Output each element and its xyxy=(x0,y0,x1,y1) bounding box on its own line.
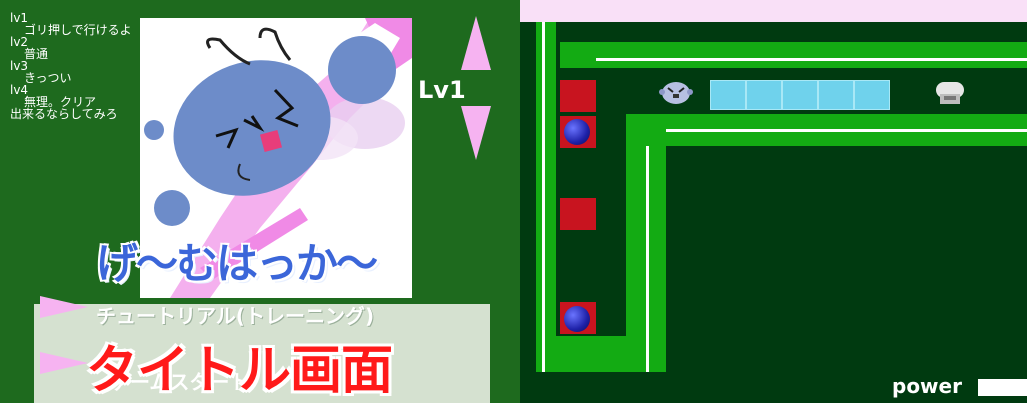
ice-block xyxy=(854,80,890,110)
player-sprite-icon xyxy=(658,78,694,110)
level-down-button[interactable] xyxy=(459,104,493,162)
wall-stripe xyxy=(646,146,649,372)
ice-block xyxy=(818,80,854,110)
wall-stripe xyxy=(666,129,1027,132)
power-bar xyxy=(978,379,1027,396)
game-screen-panel: power xyxy=(520,22,1027,403)
wall-stripe xyxy=(542,22,545,372)
wall xyxy=(536,22,556,372)
difficulty-desc: きっつい xyxy=(24,71,72,85)
game-title: げ〜むはっか〜 xyxy=(96,239,378,288)
title-screen-panel: lv1 ゴリ押しで行けるよ lv2 普通 lv3 きっつい lv4 無理。クリア… xyxy=(0,0,520,403)
triangle-up-icon xyxy=(461,16,491,70)
difficulty-extra: 出来るならしてみろ xyxy=(10,107,118,121)
difficulty-notes: lv1 ゴリ押しで行けるよ lv2 普通 lv3 きっつい lv4 無理。クリア… xyxy=(10,12,132,120)
difficulty-desc: 普通 xyxy=(24,47,49,61)
ice-block xyxy=(782,80,818,110)
menu-option-tutorial[interactable]: チュートリアル(トレーニング) xyxy=(96,300,374,329)
menu-cursor-icon xyxy=(38,292,90,326)
red-block xyxy=(560,80,596,112)
difficulty-desc: ゴリ押しで行けるよ xyxy=(24,23,132,37)
power-label: power xyxy=(892,374,962,398)
ball-icon xyxy=(564,119,590,145)
wall xyxy=(560,42,1027,68)
triangle-down-icon xyxy=(461,106,491,160)
caption-title-screen: タイトル画面 xyxy=(86,341,393,401)
level-label: Lv1 xyxy=(418,76,466,104)
menu-cursor-icon xyxy=(38,348,90,382)
level-up-button[interactable] xyxy=(459,14,493,72)
wall xyxy=(556,336,630,372)
wall-stripe xyxy=(596,58,1027,61)
ball-icon xyxy=(564,306,590,332)
ice-block xyxy=(710,80,746,110)
enemy-sprite-icon xyxy=(934,78,966,112)
red-block xyxy=(560,198,596,230)
ice-block xyxy=(746,80,782,110)
